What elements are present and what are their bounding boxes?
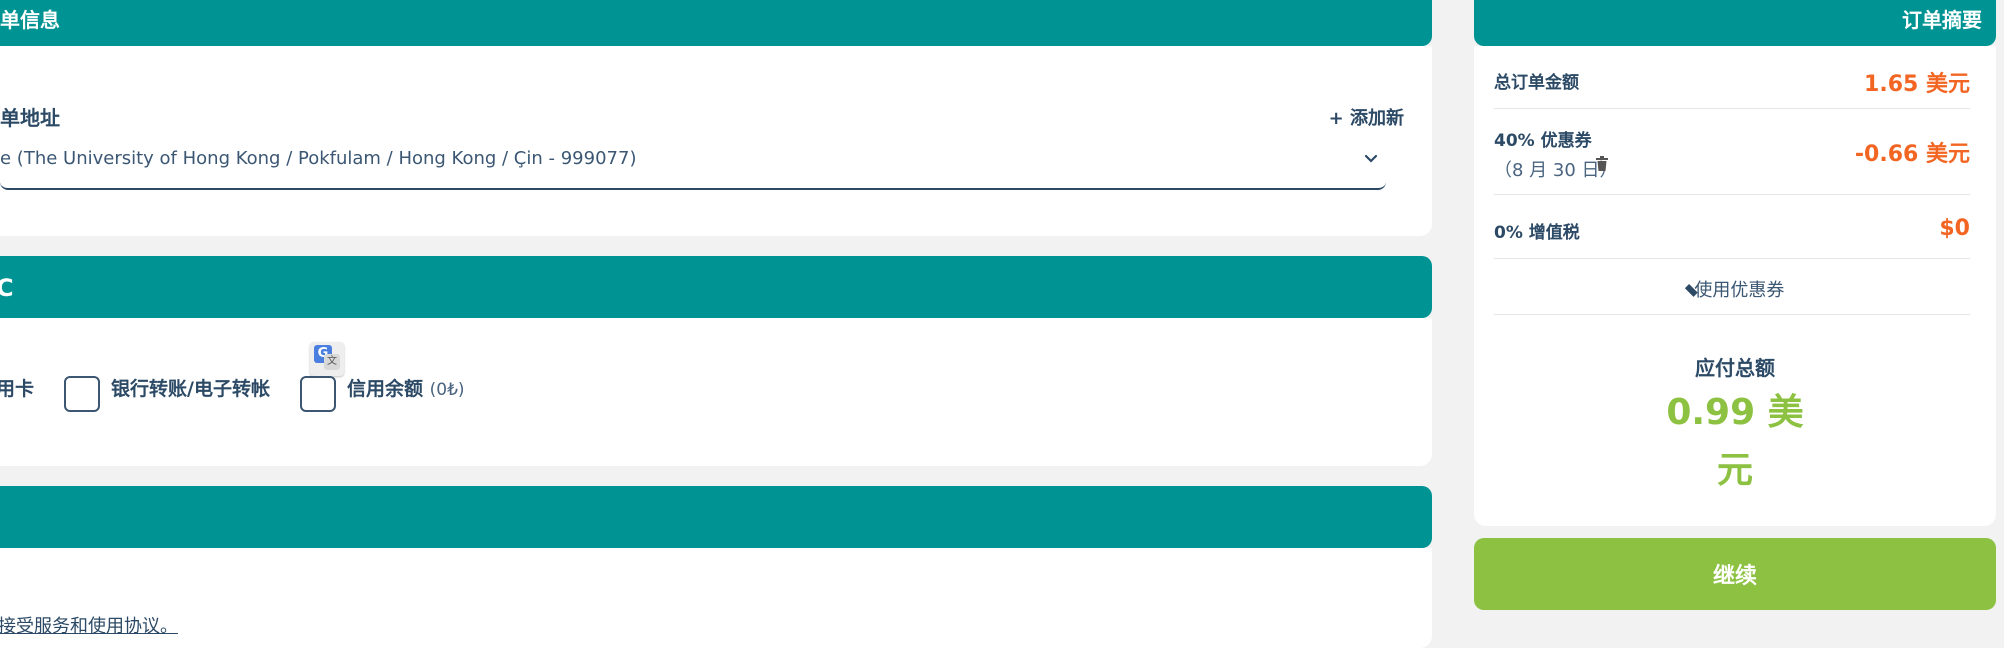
payment-option-bank-transfer-label[interactable]: 银行转账/电子转帐	[111, 374, 270, 401]
payment-option-credit-balance[interactable]: 信用余额 (0₺)	[347, 374, 465, 401]
billing-address-value: e (The University of Hong Kong / Pokfula…	[0, 148, 637, 169]
bank-transfer-checkbox[interactable]	[64, 376, 100, 412]
summary-divider	[1494, 258, 1970, 259]
summary-divider	[1494, 194, 1970, 195]
chevron-down-icon	[1364, 148, 1378, 169]
billing-info-title: 单信息	[0, 8, 60, 32]
order-summary-title: 订单摘要	[1902, 8, 1982, 32]
terms-header	[0, 486, 1432, 548]
amount-due-label: 应付总额	[1695, 356, 1775, 380]
amount-due-value: 0.99 美元	[1666, 392, 1804, 491]
use-coupon-label: 使用优惠券	[1694, 280, 1785, 301]
total-order-value: 1.65 美元	[1864, 72, 1970, 97]
trash-icon[interactable]	[1595, 156, 1609, 172]
payment-option-card-label[interactable]: 用卡	[0, 374, 34, 401]
credit-balance-checkbox[interactable]	[300, 376, 336, 412]
payment-method-title: C	[0, 274, 14, 302]
continue-button[interactable]: 继续	[1474, 538, 1996, 610]
terms-link[interactable]: 接受服务和使用协议。	[0, 612, 178, 638]
order-summary-header: 订单摘要	[1474, 0, 1996, 46]
order-summary-card: 总订单金额 1.65 美元 40% 优惠券 （8 月 30 日） -0.66 美…	[1474, 46, 1996, 526]
vat-label: 0% 增值税	[1494, 223, 1580, 243]
billing-info-header: 单信息	[0, 0, 1432, 46]
credit-balance-amount: (0₺)	[429, 380, 465, 400]
terms-card	[0, 548, 1432, 648]
total-order-label: 总订单金额	[1494, 73, 1579, 93]
billing-address-select[interactable]: e (The University of Hong Kong / Pokfula…	[0, 138, 1386, 190]
use-coupon-link[interactable]: ▮使用优惠券	[1474, 276, 1996, 302]
add-new-address-link[interactable]: + 添加新	[1329, 104, 1404, 130]
billing-address-label: 单地址	[0, 106, 60, 130]
vat-value: $0	[1939, 216, 1970, 241]
summary-divider	[1494, 108, 1970, 109]
summary-divider	[1494, 314, 1970, 315]
credit-balance-label: 信用余额	[347, 378, 424, 400]
payment-method-header: C	[0, 256, 1432, 318]
coupon-label: 40% 优惠券	[1494, 131, 1592, 151]
translate-icon[interactable]: G文	[310, 342, 344, 376]
billing-info-card: 单地址 + 添加新 e (The University of Hong Kong…	[0, 46, 1432, 236]
coupon-value: -0.66 美元	[1854, 142, 1970, 167]
